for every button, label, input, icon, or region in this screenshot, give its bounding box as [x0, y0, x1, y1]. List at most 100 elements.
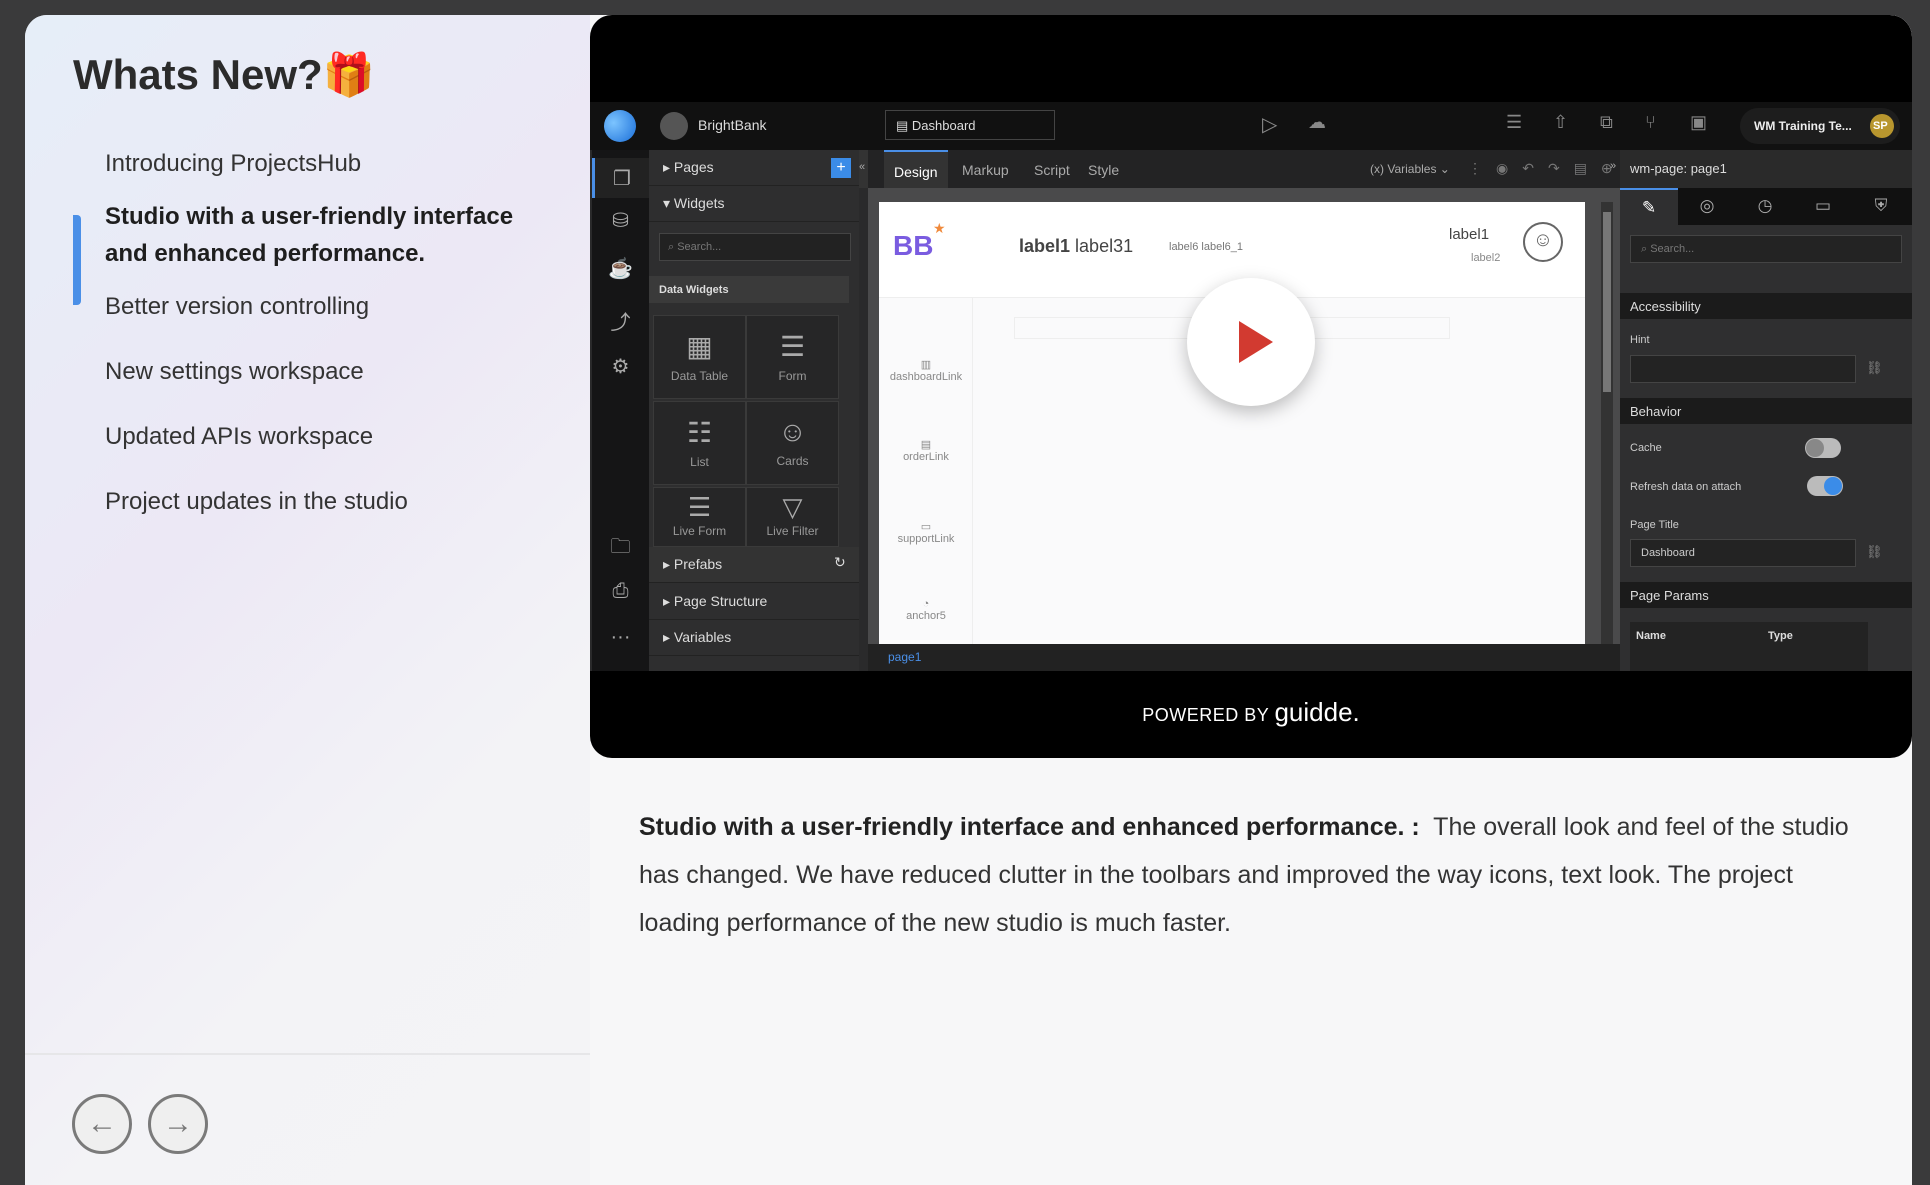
nav-link-anchor5[interactable]: ◔ anchor5: [879, 598, 973, 644]
gift-icon: 🎁: [322, 51, 375, 98]
page-preview: BB ★ label1 label31 label6 label6_1 labe…: [879, 202, 1585, 644]
cache-label: Cache: [1630, 442, 1662, 454]
export-icon[interactable]: ⇧: [1553, 112, 1568, 133]
widget-search-input[interactable]: ⌕ Search...: [659, 233, 851, 261]
sidebar-item-studio[interactable]: Studio with a user-friendly interface an…: [105, 198, 545, 272]
sidebar-item-settings[interactable]: New settings workspace: [105, 353, 565, 390]
header-label1: label1: [1449, 226, 1490, 243]
stars-icon: ★: [933, 220, 946, 236]
page-left-nav: ▥ dashboardLink ▤ orderLink ▭ supportLink ◔…: [879, 298, 973, 644]
tab-design[interactable]: Design: [884, 150, 948, 188]
collapse-panel-icon[interactable]: «: [859, 150, 868, 188]
variables-section[interactable]: ▸ Variables: [649, 620, 859, 656]
properties-panel: wm-page: page1 ✎ ◎ ◷ ▭ ⛨ ⌕ Search... Acc…: [1620, 150, 1912, 671]
video-player[interactable]: BrightBank ▤ Dashboard ▷ ☁ ☰ ⇧ ⧉ ⑂ ▣ WM …: [590, 15, 1912, 758]
vcs-icon[interactable]: ⑂: [1645, 112, 1656, 133]
previous-button[interactable]: ←: [72, 1094, 132, 1154]
feature-list: Introducing ProjectsHub Studio with a us…: [105, 145, 565, 520]
sidebar-item-apis[interactable]: Updated APIs workspace: [105, 418, 565, 455]
canvas-actions[interactable]: ⋮◉↶↷▤⊕: [1468, 160, 1627, 177]
page-selector[interactable]: ▤ Dashboard: [885, 110, 1055, 140]
security-tab-icon[interactable]: ⛨: [1852, 188, 1910, 225]
page-title-input[interactable]: Dashboard: [1630, 539, 1856, 567]
logs-icon[interactable]: ⎙: [592, 580, 649, 603]
accessibility-section[interactable]: Accessibility: [1620, 293, 1912, 319]
link-icon[interactable]: ⛓: [1866, 544, 1883, 560]
user-menu[interactable]: WM Training Te... SP: [1740, 108, 1900, 144]
col-name: Name: [1636, 630, 1666, 642]
expand-panel-icon[interactable]: »: [1610, 160, 1616, 172]
widget-cards[interactable]: ☺ Cards: [746, 401, 839, 485]
more-vert-icon: ⋮: [1468, 160, 1496, 176]
database-icon[interactable]: ⛁: [592, 208, 649, 233]
studio-screenshot: BrightBank ▤ Dashboard ▷ ☁ ☰ ⇧ ⧉ ⑂ ▣ WM …: [590, 102, 1912, 671]
page-params-section[interactable]: Page Params: [1620, 582, 1912, 608]
behavior-section[interactable]: Behavior: [1620, 398, 1912, 424]
page-params-table: Name Type: [1630, 622, 1868, 671]
nav-link-support[interactable]: ▭ supportLink: [879, 520, 973, 545]
nav-link-dashboard[interactable]: ▥ dashboardLink: [879, 358, 973, 383]
java-icon[interactable]: ☕: [592, 256, 649, 281]
next-button[interactable]: →: [148, 1094, 208, 1154]
sidebar-item-version-control[interactable]: Better version controlling: [105, 288, 565, 325]
tab-script[interactable]: Script: [1024, 150, 1080, 188]
properties-search-input[interactable]: ⌕ Search...: [1630, 235, 1902, 263]
powered-by: POWERED BY guidde.: [1142, 697, 1360, 727]
header-label2: label2: [1471, 252, 1501, 264]
play-button[interactable]: [1187, 278, 1315, 406]
refresh-toggle[interactable]: [1807, 476, 1843, 496]
checklist-icon[interactable]: ☰: [1506, 112, 1522, 133]
more-icon[interactable]: ···: [592, 626, 649, 649]
arrow-left-icon: ←: [87, 1107, 117, 1140]
tab-style[interactable]: Style: [1078, 150, 1129, 188]
workflow-icon[interactable]: ⤴: [592, 306, 649, 335]
widget-list[interactable]: ☷ List: [653, 401, 746, 485]
add-page-icon[interactable]: +: [831, 158, 851, 178]
wavemaker-logo-icon: [604, 110, 636, 142]
status-bar: page1: [868, 644, 1620, 671]
run-icon[interactable]: ▷: [1262, 112, 1277, 137]
label6: label6 label6_1: [1169, 241, 1244, 253]
styles-tab-icon[interactable]: ◎: [1678, 188, 1736, 225]
undo-icon: ↶: [1522, 160, 1548, 176]
title-text: Whats New?: [73, 51, 323, 98]
tab-markup[interactable]: Markup: [952, 150, 1019, 188]
sidebar-item-project-updates[interactable]: Project updates in the studio: [105, 483, 565, 520]
page-title: Whats New?🎁: [73, 51, 375, 100]
folder-icon[interactable]: 🗀: [592, 532, 649, 566]
upload-cloud-icon[interactable]: ☁: [1308, 112, 1326, 133]
sidebar-item-projectshub[interactable]: Introducing ProjectsHub: [105, 145, 565, 182]
pages-icon[interactable]: ❐: [592, 158, 649, 198]
project-icon: [660, 112, 688, 140]
label1: label1: [1019, 236, 1071, 256]
widget-data-table[interactable]: ▦ Data Table: [653, 315, 746, 399]
avatar: SP: [1870, 114, 1894, 138]
arrow-right-icon: →: [163, 1107, 193, 1140]
link-icon[interactable]: ⛓: [1866, 360, 1883, 376]
variables-dropdown[interactable]: (x) Variables ⌄: [1370, 162, 1450, 176]
cache-toggle[interactable]: [1805, 438, 1841, 458]
cards-icon: ☺: [778, 416, 807, 447]
widget-live-form[interactable]: ☰ Live Form: [653, 487, 746, 547]
col-type: Type: [1768, 630, 1793, 642]
pages-section[interactable]: ▸ Pages +: [649, 150, 859, 186]
icon-rail: ❐ ⛁ ☕ ⤴ ⚙ 🗀 ⎙ ···: [592, 150, 649, 671]
preview-icon[interactable]: ▣: [1690, 112, 1707, 133]
device-tab-icon[interactable]: ▭: [1794, 188, 1852, 225]
widgets-section[interactable]: ▾ Widgets: [649, 186, 859, 222]
divider: [25, 1053, 590, 1055]
properties-tabs: ✎ ◎ ◷ ▭ ⛨: [1620, 188, 1912, 225]
prefabs-section[interactable]: ▸ Prefabs ↻: [649, 547, 859, 583]
translate-icon[interactable]: ⧉: [1600, 112, 1613, 133]
page-tab[interactable]: page1: [888, 650, 921, 664]
nav-link-order[interactable]: ▤ orderLink: [879, 438, 973, 463]
properties-tab-icon[interactable]: ✎: [1620, 188, 1678, 225]
search-icon: ⌕: [668, 241, 678, 253]
hint-input[interactable]: [1630, 355, 1856, 383]
page-structure-section[interactable]: ▸ Page Structure: [649, 584, 859, 620]
widget-live-filter[interactable]: ▽ Live Filter: [746, 487, 839, 547]
events-tab-icon[interactable]: ◷: [1736, 188, 1794, 225]
settings-icon[interactable]: ⚙: [592, 354, 649, 379]
canvas-scrollbar[interactable]: [1601, 202, 1613, 644]
widget-form[interactable]: ☰ Form: [746, 315, 839, 399]
